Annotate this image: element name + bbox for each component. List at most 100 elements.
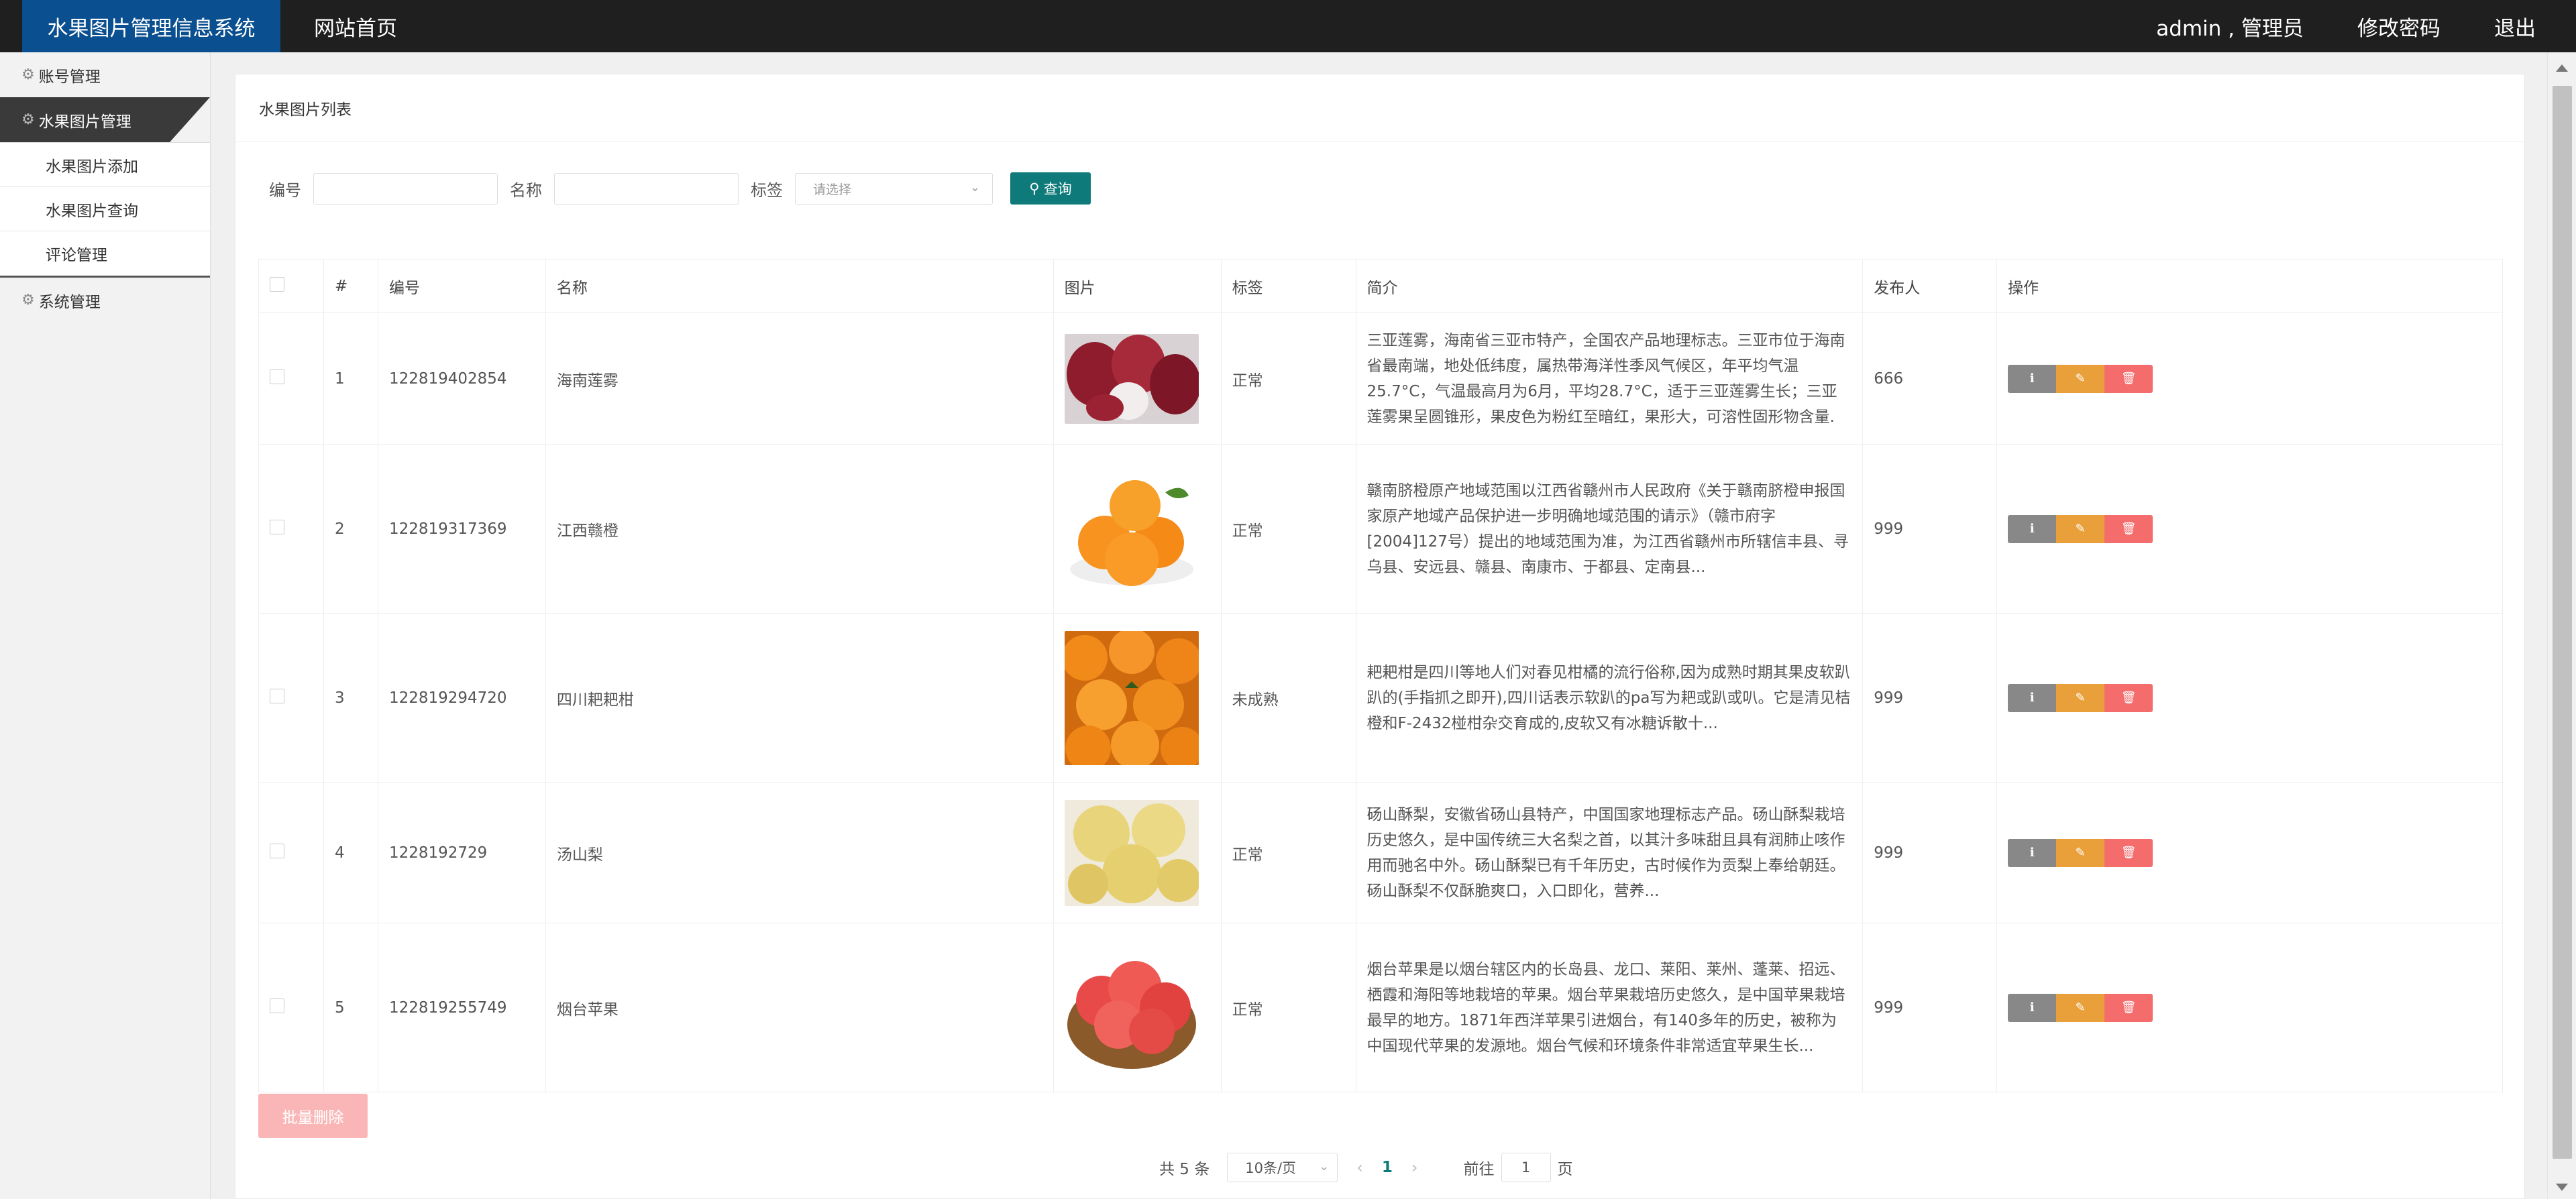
sidebar-item-fruit-images[interactable]: ⚙ 水果图片管理	[0, 97, 210, 142]
brand-title[interactable]: 水果图片管理信息系统	[22, 0, 280, 52]
row-name: 汤山梨	[545, 782, 1054, 923]
table-header-row: # 编号 名称 图片 标签 简介 发布人 操作	[258, 259, 2503, 313]
row-checkbox[interactable]	[270, 998, 284, 1013]
row-index: 1	[323, 312, 378, 445]
row-index: 4	[323, 782, 378, 923]
goto-page-input[interactable]: 1	[1501, 1153, 1551, 1182]
info-icon: ℹ	[2029, 846, 2035, 860]
batch-delete-button[interactable]: 批量删除	[258, 1094, 368, 1138]
vertical-scrollbar[interactable]	[2547, 52, 2576, 1199]
delete-button[interactable]: 🗑	[2104, 683, 2153, 712]
row-tag: 正常	[1220, 444, 1356, 614]
pear-image	[1064, 799, 1199, 906]
info-icon: ℹ	[2029, 1001, 2035, 1015]
trash-icon: 🗑	[2121, 372, 2137, 386]
pencil-icon: ✎	[2075, 846, 2086, 860]
scroll-up-arrow-icon[interactable]	[2556, 64, 2568, 72]
info-icon: ℹ	[2029, 372, 2035, 386]
row-tag: 正常	[1220, 782, 1356, 923]
row-publisher: 999	[1862, 782, 1998, 923]
row-checkbox[interactable]	[270, 519, 284, 534]
row-description: 烟台苹果是以烟台辖区内的长岛县、龙口、莱阳、莱州、蓬莱、招远、栖霞和海阳等地栽培…	[1355, 923, 1864, 1092]
fruit-table: # 编号 名称 图片 标签 简介 发布人 操作 1 122819402854 海…	[258, 259, 2503, 1092]
delete-button[interactable]: 🗑	[2104, 514, 2153, 543]
page-suffix: 页	[1557, 1161, 1573, 1178]
info-button[interactable]: ℹ	[2008, 993, 2057, 1022]
page-size-select[interactable]: 10条/页 ⌄	[1227, 1153, 1338, 1182]
gear-icon: ⚙	[21, 292, 35, 308]
submenu: 水果图片添加 水果图片查询 评论管理	[0, 142, 210, 278]
sidebar-subitem-query[interactable]: 水果图片查询	[0, 187, 210, 231]
sidebar-item-label: 系统管理	[38, 293, 101, 311]
scroll-down-arrow-icon[interactable]	[2556, 1184, 2568, 1191]
column-header: #	[323, 259, 378, 313]
row-publisher: 999	[1862, 444, 1998, 614]
row-code: 122819317369	[377, 444, 546, 614]
table-row: 5 122819255749 烟台苹果 正常 烟台苹果是以烟台辖区内的长岛县、龙…	[258, 923, 2503, 1092]
prev-page-button[interactable]: ‹	[1356, 1158, 1363, 1177]
info-button[interactable]: ℹ	[2008, 683, 2057, 712]
pencil-icon: ✎	[2075, 522, 2086, 536]
edit-button[interactable]: ✎	[2056, 364, 2105, 393]
gear-icon: ⚙	[21, 66, 35, 83]
sidebar-subitem-add[interactable]: 水果图片添加	[0, 143, 210, 187]
row-tag: 正常	[1220, 312, 1356, 445]
table-row: 3 122819294720 四川耙耙柑 未成熟 耙耙柑是四川等地人们对春见柑橘…	[258, 613, 2503, 783]
tag-select[interactable]: 请选择 ⌄	[795, 172, 993, 205]
orange-image	[1064, 465, 1199, 593]
sidebar-item-label: 水果图片管理	[38, 113, 131, 131]
edit-button[interactable]: ✎	[2056, 683, 2105, 712]
trash-icon: 🗑	[2121, 691, 2137, 705]
sidebar-item-label: 账号管理	[38, 68, 101, 86]
next-page-button[interactable]: ›	[1411, 1158, 1418, 1177]
select-all-checkbox[interactable]	[270, 276, 284, 292]
pencil-icon: ✎	[2075, 1001, 2086, 1015]
row-code: 1228192729	[377, 782, 546, 923]
home-link[interactable]: 网站首页	[314, 11, 397, 42]
row-publisher: 666	[1862, 312, 1998, 445]
current-page[interactable]: 1	[1382, 1159, 1393, 1176]
sidebar-subitem-comments[interactable]: 评论管理	[0, 231, 210, 276]
panel-title: 水果图片列表	[235, 74, 2524, 141]
column-header: 简介	[1355, 259, 1864, 313]
info-button[interactable]: ℹ	[2008, 514, 2057, 543]
user-info[interactable]: admin , 管理员	[2156, 11, 2304, 42]
sidebar-item-account[interactable]: ⚙ 账号管理	[0, 52, 210, 97]
tag-select-placeholder: 请选择	[813, 182, 852, 197]
row-code: 122819402854	[377, 312, 546, 445]
row-checkbox[interactable]	[270, 688, 284, 703]
info-button[interactable]: ℹ	[2008, 838, 2057, 867]
row-description: 赣南脐橙原产地域范围以江西省赣州市人民政府《关于赣南脐橙申报国家原产地域产品保护…	[1355, 444, 1864, 614]
delete-button[interactable]: 🗑	[2104, 364, 2153, 393]
chevron-down-icon: ⌄	[969, 180, 980, 194]
citrus-image	[1064, 630, 1199, 765]
edit-button[interactable]: ✎	[2056, 514, 2105, 543]
row-checkbox[interactable]	[270, 369, 284, 384]
info-button[interactable]: ℹ	[2008, 364, 2057, 393]
table-row: 4 1228192729 汤山梨 正常 砀山酥梨，安徽省砀山县特产，中国国家地理…	[258, 782, 2503, 923]
top-navbar: 水果图片管理信息系统 网站首页 admin , 管理员 修改密码 退出	[0, 0, 2576, 52]
search-icon: ⚲	[1029, 180, 1040, 196]
row-actions: ℹ ✎ 🗑	[2008, 683, 2502, 712]
row-publisher: 999	[1862, 613, 1998, 783]
row-actions: ℹ ✎ 🗑	[2008, 993, 2502, 1022]
name-input[interactable]	[554, 172, 739, 205]
change-password-link[interactable]: 修改密码	[2357, 11, 2440, 42]
query-button[interactable]: ⚲ 查询	[1010, 172, 1091, 205]
row-name: 四川耙耙柑	[545, 613, 1054, 783]
edit-button[interactable]: ✎	[2056, 993, 2105, 1022]
active-indicator	[170, 97, 210, 142]
column-header: 发布人	[1862, 259, 1998, 313]
sidebar-item-system[interactable]: ⚙ 系统管理	[0, 278, 210, 323]
scrollbar-thumb[interactable]	[2553, 86, 2572, 1159]
code-input[interactable]	[313, 172, 498, 205]
delete-button[interactable]: 🗑	[2104, 993, 2153, 1022]
row-index: 3	[323, 613, 378, 783]
edit-button[interactable]: ✎	[2056, 838, 2105, 867]
info-icon: ℹ	[2029, 691, 2035, 705]
column-header: 操作	[1996, 259, 2503, 313]
delete-button[interactable]: 🗑	[2104, 838, 2153, 867]
row-name: 烟台苹果	[545, 923, 1054, 1092]
row-checkbox[interactable]	[270, 843, 284, 858]
logout-link[interactable]: 退出	[2494, 11, 2536, 42]
